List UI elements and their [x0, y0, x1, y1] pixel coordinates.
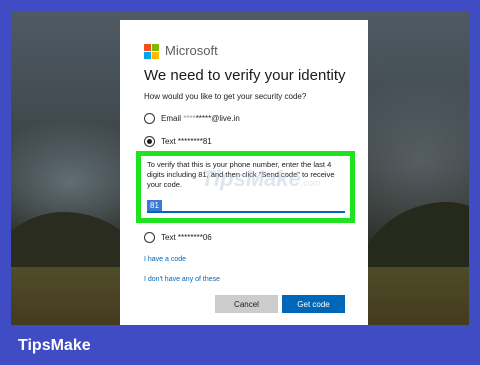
radio-email[interactable] — [144, 113, 155, 124]
option-text-06[interactable]: Text ********06 — [144, 232, 212, 243]
page-title: We need to verify your identity — [144, 67, 346, 84]
footer-brand: TipsMake — [18, 337, 91, 354]
dont-have-link[interactable]: I don't have any of these — [144, 276, 220, 283]
masked-blur: **** — [183, 114, 196, 123]
page-subtitle: How would you like to get your security … — [144, 92, 307, 101]
cancel-button[interactable]: Cancel — [215, 295, 278, 313]
radio-text-81[interactable] — [144, 136, 155, 147]
tipsmake-watermark: TipsMake.com — [201, 166, 321, 191]
get-code-button[interactable]: Get code — [282, 295, 345, 313]
have-code-link[interactable]: I have a code — [144, 256, 186, 263]
microsoft-logo-icon — [144, 44, 160, 60]
radio-text-06[interactable] — [144, 232, 155, 243]
option-email[interactable]: Email *********@live.in — [144, 113, 240, 124]
option-text-81-label: Text ********81 — [161, 137, 212, 146]
option-text-06-label: Text ********06 — [161, 233, 212, 242]
selected-code-text: 81 — [147, 200, 162, 211]
highlight-box: To verify that this is your phone number… — [136, 151, 355, 223]
verify-identity-dialog: Microsoft We need to verify your identit… — [120, 20, 368, 325]
option-email-label: Email *********@live.in — [161, 114, 240, 123]
phone-digits-input[interactable]: 81 — [147, 199, 345, 213]
option-text-81[interactable]: Text ********81 — [144, 136, 212, 147]
brand-name: Microsoft — [165, 43, 218, 58]
